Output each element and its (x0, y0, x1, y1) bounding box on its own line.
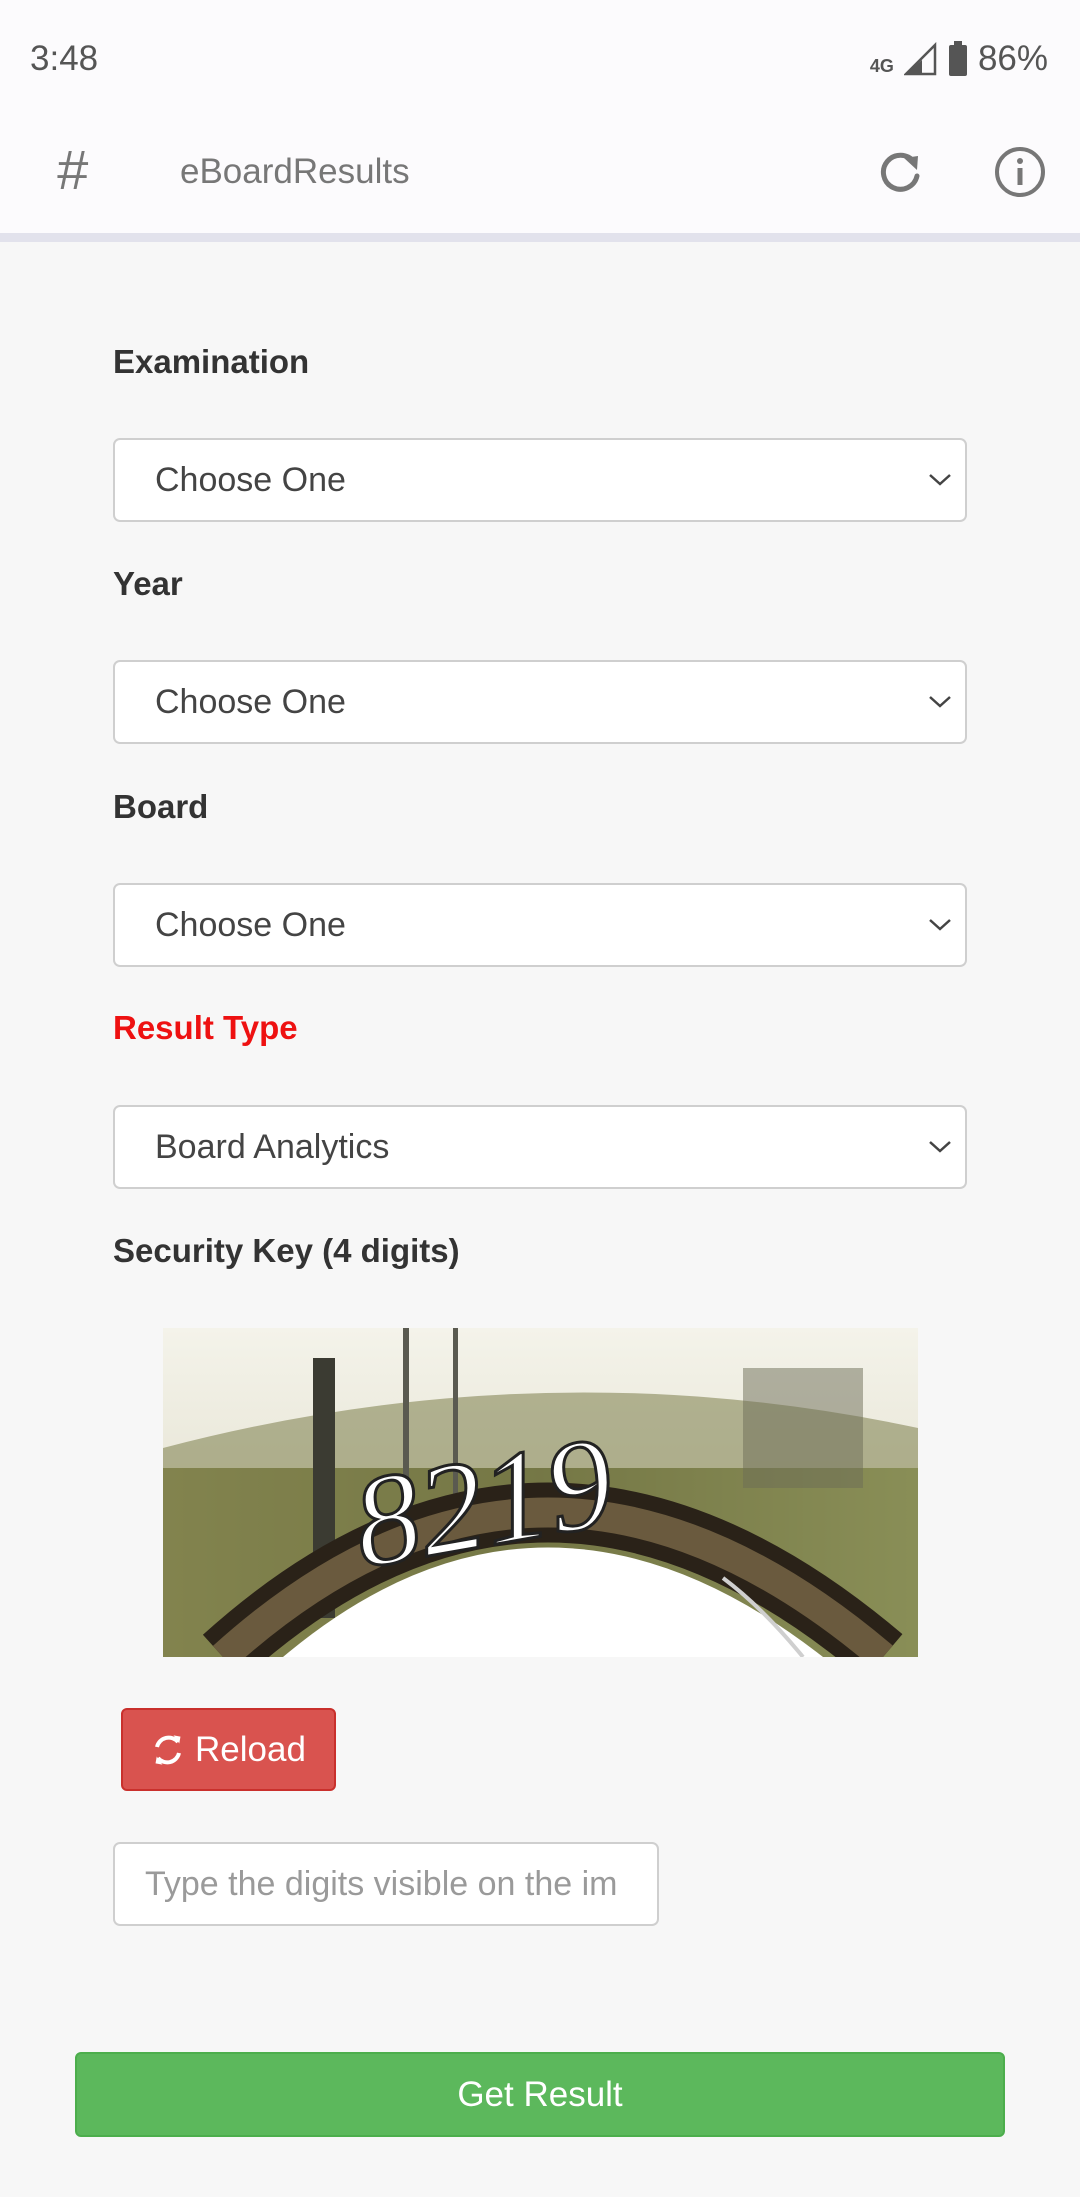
network-label: 4G (869, 55, 894, 76)
year-select-value: Choose One (155, 682, 346, 721)
get-result-button[interactable]: Get Result (75, 2052, 1005, 2137)
hash-icon[interactable]: # (44, 142, 100, 198)
examination-label: Examination (113, 343, 310, 380)
result-type-select[interactable]: Board Analytics (113, 1105, 967, 1189)
app-title: eBoardResults (180, 152, 410, 191)
board-select[interactable]: Choose One (113, 883, 967, 967)
result-type-label: Result Type (113, 1009, 298, 1046)
examination-select[interactable]: Choose One (113, 438, 967, 522)
security-key-input[interactable] (113, 1842, 659, 1926)
signal-icon (903, 42, 937, 76)
result-type-select-value: Board Analytics (155, 1127, 390, 1166)
chevron-down-icon (929, 474, 951, 486)
board-select-value: Choose One (155, 905, 346, 944)
year-select[interactable]: Choose One (113, 660, 967, 744)
get-result-label: Get Result (457, 2074, 623, 2114)
board-label: Board (113, 788, 209, 825)
captcha-image: 8219 (163, 1328, 918, 1657)
status-bar: 3:48 4G 86% (0, 0, 1080, 118)
refresh-icon (155, 1734, 181, 1765)
refresh-icon[interactable] (874, 146, 926, 198)
battery-percent: 86% (977, 39, 1048, 78)
status-time: 3:48 (30, 39, 99, 78)
chevron-down-icon (929, 919, 951, 931)
chevron-down-icon (929, 696, 951, 708)
security-key-label: Security Key (4 digits) (113, 1232, 460, 1269)
info-icon[interactable] (992, 144, 1048, 200)
status-icons: 4G 86% (870, 39, 1048, 79)
examination-select-value: Choose One (155, 460, 346, 499)
app-bar: # eBoardResults (0, 118, 1080, 242)
chevron-down-icon (929, 1141, 951, 1153)
reload-label: Reload (195, 1729, 306, 1769)
reload-captcha-button[interactable]: Reload (121, 1708, 336, 1791)
year-label: Year (113, 565, 183, 602)
battery-icon (948, 41, 967, 76)
